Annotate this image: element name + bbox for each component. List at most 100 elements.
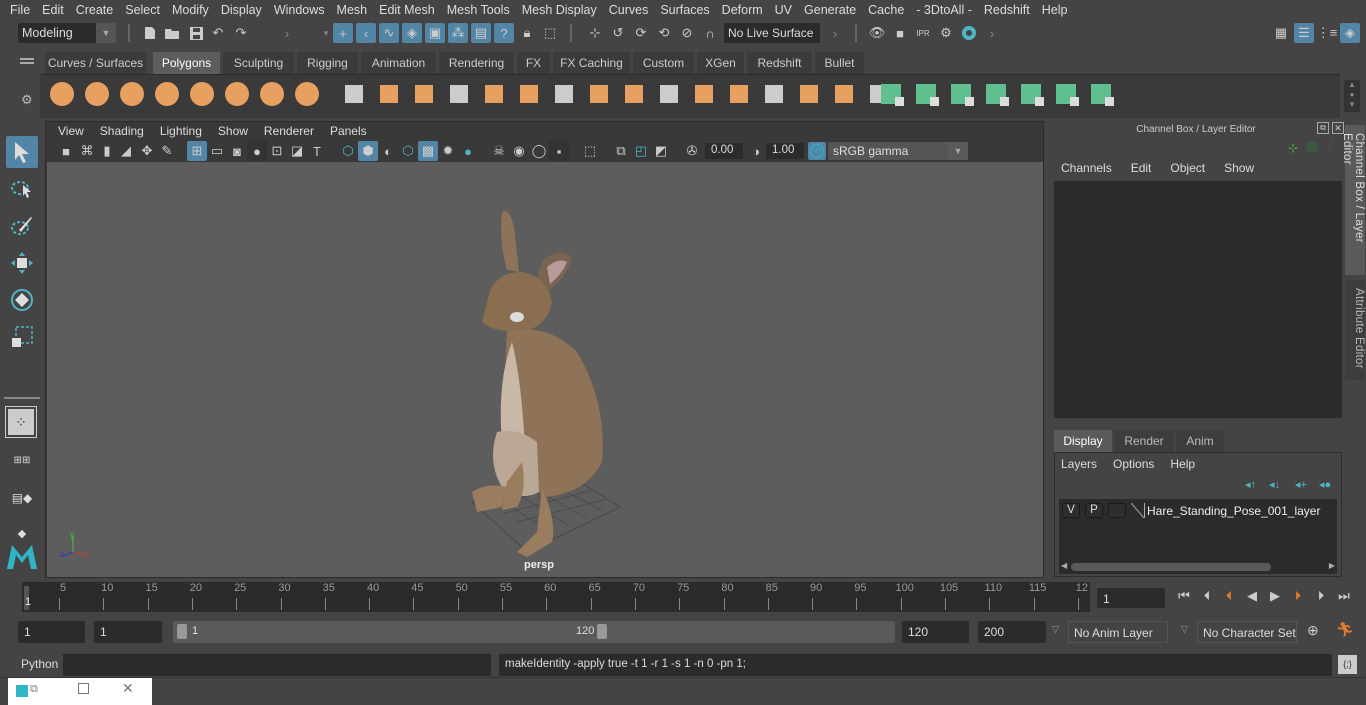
screen-space-ao-icon[interactable]: ☠ xyxy=(489,141,509,161)
live-surface-field[interactable]: No Live Surface xyxy=(724,23,820,43)
redo-icon[interactable]: ↷ xyxy=(231,23,251,43)
isolate-select-icon[interactable]: ⬚ xyxy=(580,141,600,161)
select-by-deformation-icon[interactable]: ▣ xyxy=(425,23,445,43)
boolean-icon[interactable] xyxy=(480,80,508,108)
shadows-icon[interactable]: ● xyxy=(458,141,478,161)
select-by-surface-icon[interactable]: ◈ xyxy=(402,23,422,43)
menu-display[interactable]: Display xyxy=(215,3,268,17)
gamma-icon[interactable]: ◑ xyxy=(746,141,766,161)
shelf-tab-bullet[interactable]: Bullet xyxy=(815,52,865,74)
move-tool-icon[interactable] xyxy=(6,247,38,279)
outliner-persp-layout-icon[interactable]: ▤◆ xyxy=(6,482,38,514)
poly-pipe-icon[interactable] xyxy=(293,80,321,108)
sync-icon[interactable] xyxy=(1306,141,1318,153)
layer-menu-layers[interactable]: Layers xyxy=(1061,457,1097,471)
highlight-selection-icon[interactable]: ⬚ xyxy=(540,23,560,43)
select-by-dynamics-icon[interactable]: ⁂ xyxy=(448,23,468,43)
make-live-icon[interactable]: ⊘ xyxy=(677,23,697,43)
scroll-right-icon[interactable]: ▶ xyxy=(1329,561,1335,570)
auto-key-icon[interactable]: ⊕ xyxy=(1307,622,1319,639)
film-gate-icon[interactable]: ▭ xyxy=(207,141,227,161)
step-back-frame-icon[interactable]: ⏴ xyxy=(1198,588,1216,606)
maximize-window-icon[interactable] xyxy=(78,683,89,694)
wireframe-on-shaded-icon[interactable]: ◐ xyxy=(378,141,398,161)
menu-file[interactable]: File xyxy=(4,3,36,17)
poly-cylinder-icon[interactable] xyxy=(118,80,146,108)
render-settings-icon[interactable]: ⚙ xyxy=(936,23,956,43)
color-space-dropdown[interactable]: sRGB gamma ▼ xyxy=(828,142,968,160)
select-tool-icon[interactable] xyxy=(6,136,38,168)
undo-icon[interactable]: ↶ xyxy=(208,23,228,43)
menu-select[interactable]: Select xyxy=(119,3,166,17)
smooth-icon[interactable] xyxy=(445,80,473,108)
poly-cube-icon[interactable] xyxy=(83,80,111,108)
vp-menu-shading[interactable]: Shading xyxy=(92,124,152,138)
camera-attributes-icon[interactable]: ⌘ xyxy=(77,141,97,161)
side-tab-channel-box[interactable]: Channel Box / Layer Editor xyxy=(1341,125,1365,275)
2d-pan-zoom-icon[interactable]: ✥ xyxy=(137,141,157,161)
side-tab-attribute-editor[interactable]: Attribute Editor xyxy=(1345,280,1365,380)
target-weld-icon[interactable] xyxy=(690,80,718,108)
append-polygon-icon[interactable] xyxy=(760,80,788,108)
open-scene-icon[interactable] xyxy=(163,23,183,43)
layer-tab-anim[interactable]: Anim xyxy=(1176,430,1224,452)
vp-menu-show[interactable]: Show xyxy=(210,124,256,138)
xray-active-icon[interactable]: ◰ xyxy=(631,141,651,161)
four-view-layout-icon[interactable]: ⊞⊞ xyxy=(6,444,38,476)
uv-editor-g-icon[interactable] xyxy=(1088,80,1116,108)
move-layer-up-icon[interactable]: ◂↑ xyxy=(1245,478,1256,491)
layer-display-type-toggle[interactable] xyxy=(1108,503,1126,518)
layer-menu-help[interactable]: Help xyxy=(1170,457,1195,471)
planar-uv-icon[interactable] xyxy=(830,80,858,108)
color-management-toggle[interactable]: ON xyxy=(808,142,826,160)
range-start-handle[interactable] xyxy=(177,624,187,639)
cb-menu-channels[interactable]: Channels xyxy=(1061,161,1124,175)
menu-generate[interactable]: Generate xyxy=(798,3,862,17)
current-frame-field[interactable]: 1 xyxy=(1097,588,1165,608)
scrollbar-thumb[interactable] xyxy=(1071,563,1271,571)
layer-name[interactable]: Hare_Standing_Pose_001_layer xyxy=(1147,504,1320,518)
play-backwards-icon[interactable]: ◀ xyxy=(1243,588,1261,606)
hypershade-icon[interactable] xyxy=(959,23,979,43)
anti-aliasing-icon[interactable]: ◯ xyxy=(529,141,549,161)
play-forwards-icon[interactable]: ▶ xyxy=(1266,588,1284,606)
collapse-arrow-icon[interactable]: › xyxy=(277,23,297,43)
step-back-key-icon[interactable]: ⏴ xyxy=(1220,588,1238,606)
layer-color-swatch[interactable] xyxy=(1131,503,1145,518)
start-frame-field[interactable]: 1 xyxy=(18,621,85,643)
resolution-gate-icon[interactable]: ◙ xyxy=(227,141,247,161)
uv-editor-c-icon[interactable] xyxy=(948,80,976,108)
xray-joints-icon[interactable]: ⧉ xyxy=(611,141,631,161)
vp-menu-renderer[interactable]: Renderer xyxy=(256,124,322,138)
poly-torus-icon[interactable] xyxy=(223,80,251,108)
grid-toggle-icon[interactable]: ⊞ xyxy=(187,141,207,161)
menu-edit[interactable]: Edit xyxy=(36,3,70,17)
snap-to-grid-icon[interactable]: ⊹ xyxy=(585,23,605,43)
menu-deform[interactable]: Deform xyxy=(716,3,769,17)
hud-icon[interactable]: ◩ xyxy=(651,141,671,161)
range-slider[interactable]: 1 120 xyxy=(173,621,895,643)
snap-magnet-icon[interactable]: ∩ xyxy=(700,23,720,43)
render-view-icon[interactable]: 👁︎ xyxy=(867,23,887,43)
shelf-scroll-buttons[interactable]: ▲ ● ▼ xyxy=(1344,80,1360,112)
select-by-rendering-icon[interactable]: ▤ xyxy=(471,23,491,43)
select-camera-icon[interactable]: ■ xyxy=(56,141,76,161)
animation-preferences-icon[interactable]: 🏃︎ xyxy=(1336,621,1354,638)
safe-title-icon[interactable]: T xyxy=(307,141,327,161)
close-window-icon[interactable]: ✕ xyxy=(122,680,134,697)
multi-cut-icon[interactable] xyxy=(550,80,578,108)
menu-mesh-tools[interactable]: Mesh Tools xyxy=(441,3,516,17)
rotate-tool-icon[interactable] xyxy=(6,284,38,316)
layer-playback-toggle[interactable]: P xyxy=(1085,503,1103,518)
shelf-tab-custom[interactable]: Custom xyxy=(633,52,695,74)
separate-icon[interactable] xyxy=(375,80,403,108)
playback-start-field[interactable]: 1 xyxy=(94,621,162,643)
channel-box-icon[interactable]: ◈ xyxy=(1340,23,1360,43)
manipulator-axis-icon[interactable]: ⊹ xyxy=(1288,141,1298,155)
command-language-label[interactable]: Python xyxy=(21,657,58,671)
shelf-tab-redshift[interactable]: Redshift xyxy=(747,52,813,74)
bevel-icon[interactable] xyxy=(620,80,648,108)
shelf-tab-rigging[interactable]: Rigging xyxy=(297,52,359,74)
viewport-canvas[interactable]: persp y x z xyxy=(47,162,1043,577)
paint-select-tool-icon[interactable] xyxy=(6,210,38,242)
